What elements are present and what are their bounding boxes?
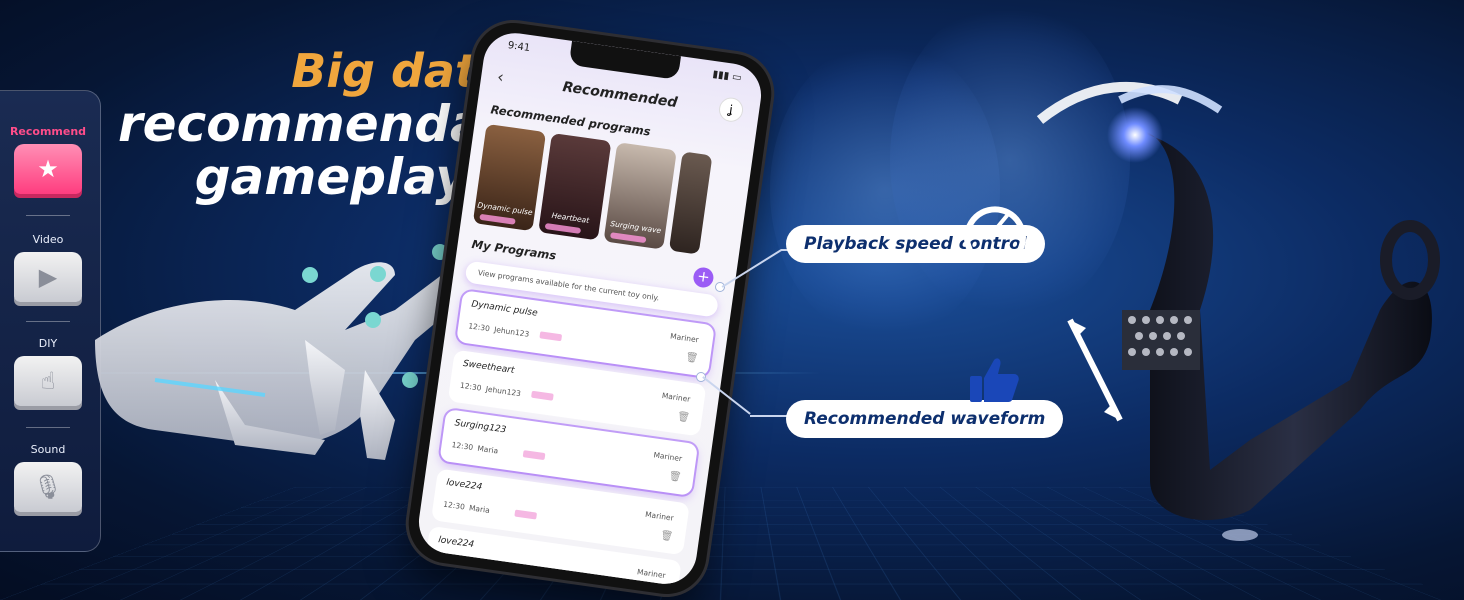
waveform-tag	[531, 390, 554, 401]
program-author: Maria	[468, 503, 491, 515]
waveform-tag	[609, 232, 647, 244]
star-icon: ★	[14, 144, 82, 194]
program-toy: Mariner	[636, 567, 667, 581]
headline-line-3: gameplay	[194, 147, 468, 206]
mode-label: Video	[32, 233, 64, 246]
program-toy: Mariner	[661, 390, 691, 404]
program-name: love224	[437, 535, 475, 551]
program-name: Surging123	[454, 418, 507, 436]
program-name: love224	[445, 477, 483, 493]
program-name: Sweetheart	[462, 358, 515, 377]
recommended-cards: Dynamic pulse Heartbeat Surging wave	[472, 123, 752, 260]
program-name: Dynamic pulse	[470, 299, 539, 319]
divider	[26, 215, 70, 216]
waveform-tag	[522, 450, 546, 461]
headline-line-2: recommendation	[118, 95, 595, 153]
divider	[26, 427, 70, 428]
waveform-tag	[479, 213, 516, 225]
headline-line-1: Big data	[291, 44, 508, 98]
trash-icon[interactable]: 🗑	[668, 471, 682, 484]
mode-recommend[interactable]: Recommend ★	[0, 125, 96, 194]
program-toy: Mariner	[644, 509, 675, 523]
program-toy: Mariner	[669, 331, 700, 345]
section-title-my-programs: My Programs	[470, 236, 558, 263]
program-author: Jehun123	[493, 324, 530, 339]
hand-touch-icon: ☝	[14, 356, 82, 406]
mode-video[interactable]: Video ▶	[0, 233, 96, 302]
mode-label: Recommend	[9, 125, 87, 138]
program-time: 12:30	[442, 499, 466, 512]
video-camera-icon: ▶	[14, 252, 82, 302]
trash-icon[interactable]: 🗑	[676, 411, 690, 424]
speedometer-icon	[964, 206, 1026, 252]
mode-sidebar: Recommend ★ Video ▶ DIY ☝ Sound 🎙	[0, 90, 101, 552]
program-card[interactable]: Heartbeat	[538, 133, 612, 241]
signal-battery-icon: ▮▮▮ ▭	[711, 68, 743, 84]
product-illustration	[1036, 81, 1440, 541]
trash-icon[interactable]: 🗑	[660, 530, 674, 543]
program-time: 12:30	[467, 321, 491, 334]
status-time: 9:41	[507, 40, 531, 55]
mode-diy[interactable]: DIY ☝	[0, 337, 96, 406]
program-author: Maria	[476, 443, 499, 456]
headline: Big data recommendation gameplay	[118, 44, 595, 206]
program-time: 12:30	[459, 380, 483, 393]
add-program-button[interactable]: +	[692, 266, 715, 289]
waveform-tag	[544, 222, 582, 234]
program-author: Jehun123	[485, 384, 522, 399]
mode-label: DIY	[38, 337, 58, 350]
thumbs-up-icon	[970, 358, 1019, 402]
program-time: 12:30	[451, 440, 474, 453]
waveform-tag	[539, 331, 563, 342]
program-card-partial[interactable]	[668, 151, 713, 255]
program-card[interactable]: Surging wave	[603, 142, 677, 250]
program-card[interactable]: Dynamic pulse	[472, 123, 547, 232]
program-toy: Mariner	[652, 450, 683, 464]
mode-label: Sound	[30, 443, 66, 456]
microphone-icon: 🎙	[14, 462, 82, 512]
trash-icon[interactable]: 🗑	[685, 352, 699, 365]
mode-sound[interactable]: Sound 🎙	[0, 443, 96, 512]
callout-line	[750, 415, 790, 417]
divider	[26, 321, 70, 322]
waveform-tag	[514, 509, 538, 520]
